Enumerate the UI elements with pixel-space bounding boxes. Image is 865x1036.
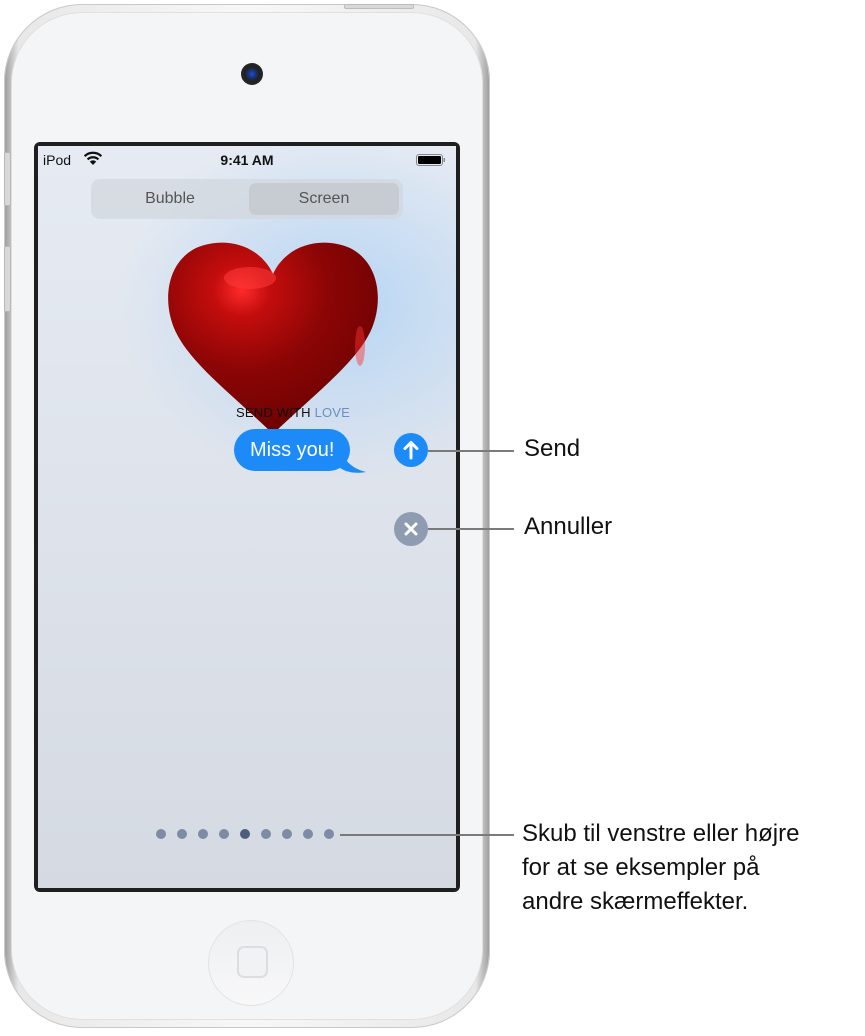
swipe-leader-line [340, 834, 514, 836]
status-bar: iPod 9:41 AM [38, 146, 456, 170]
home-button[interactable] [208, 920, 294, 1006]
cancel-leader-line [428, 528, 514, 530]
page-dot[interactable] [156, 829, 166, 839]
screen: iPod 9:41 AM Bubble Screen SEND WITH LOV… [38, 146, 456, 888]
volume-down-button [4, 246, 11, 312]
send-button[interactable] [394, 433, 428, 467]
page-indicator[interactable] [156, 829, 334, 839]
tab-screen[interactable]: Screen [249, 183, 399, 215]
home-square-icon [237, 946, 268, 978]
page-dot[interactable] [219, 829, 229, 839]
battery-full-icon [416, 154, 445, 166]
volume-up-button [4, 152, 11, 206]
cancel-button[interactable] [394, 512, 428, 546]
camera-icon [241, 63, 263, 85]
page-dot[interactable] [303, 829, 313, 839]
tab-bubble[interactable]: Bubble [95, 183, 245, 215]
swipe-callout-line-1: Skub til venstre eller højre [522, 820, 800, 847]
swipe-callout-line-3: andre skærmeffekter. [522, 888, 749, 915]
effect-type-segmented-control: Bubble Screen [91, 179, 403, 219]
swipe-callout-line-2: for at se eksempler på [522, 854, 760, 881]
page-dot[interactable] [324, 829, 334, 839]
cancel-callout: Annuller [524, 513, 613, 540]
top-button [344, 4, 414, 9]
page-dot[interactable] [198, 829, 208, 839]
message-bubble: Miss you! [234, 429, 351, 471]
swipe-callout: Skub til venstre eller højre for at se e… [522, 817, 799, 919]
page-dot[interactable] [261, 829, 271, 839]
arrow-up-icon [403, 441, 419, 460]
page-dot[interactable] [282, 829, 292, 839]
page-dot[interactable] [177, 829, 187, 839]
close-icon [404, 522, 418, 536]
effect-title: SEND WITH LOVE [236, 405, 351, 420]
page-dot-active[interactable] [240, 829, 250, 839]
send-callout: Send [524, 435, 581, 462]
status-time: 9:41 AM [220, 152, 274, 168]
send-leader-line [428, 450, 514, 452]
screen-frame: iPod 9:41 AM Bubble Screen SEND WITH LOV… [34, 142, 460, 892]
